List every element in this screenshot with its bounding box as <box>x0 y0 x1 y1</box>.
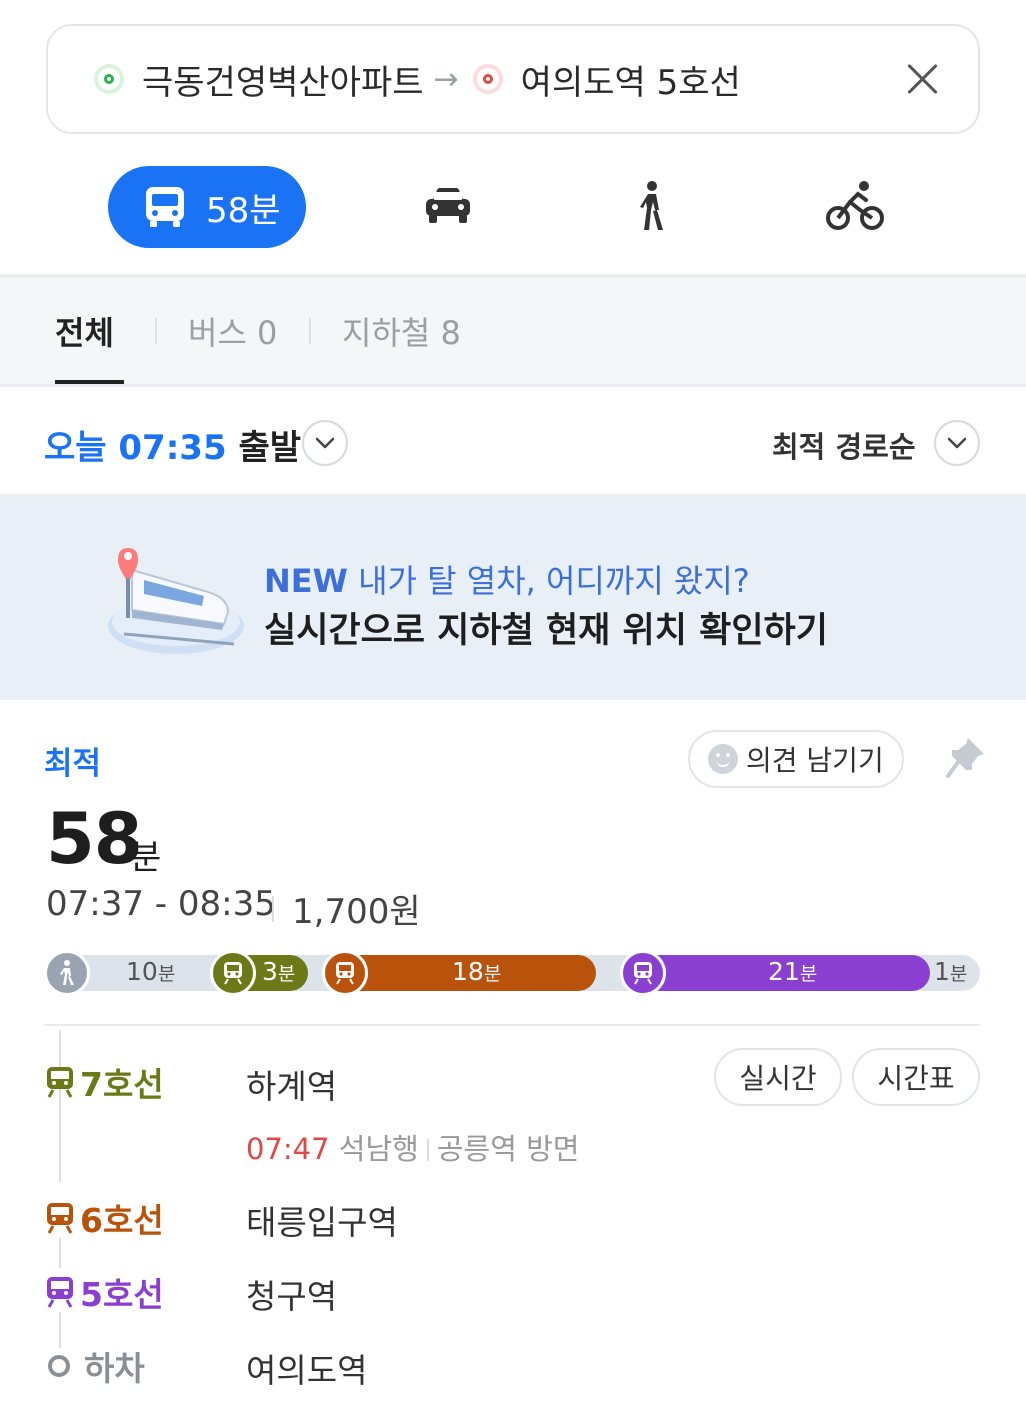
bike-icon[interactable] <box>826 180 884 232</box>
origin-text[interactable]: 극동건영벽산아파트 <box>142 55 424 104</box>
step-line-7: 7호선 <box>44 1058 164 1106</box>
line7-duration: 3분 <box>262 957 296 986</box>
step-line-label: 5호선 <box>80 1275 164 1314</box>
sort-dropdown-chevron-icon[interactable] <box>934 420 980 466</box>
bus-icon <box>146 187 184 227</box>
walk-segment-icon <box>44 950 90 996</box>
step-line-label: 6호선 <box>80 1201 164 1240</box>
tab-subway[interactable]: 지하철 8 <box>342 308 461 354</box>
transit-time: 58분 <box>206 190 281 231</box>
departure-dropdown-chevron-icon[interactable] <box>302 420 348 466</box>
car-icon[interactable] <box>424 186 472 226</box>
divider <box>0 384 1026 387</box>
sort-option[interactable]: 최적 경로순 <box>772 424 916 466</box>
step-line-5: 5호선 <box>44 1268 164 1316</box>
departure-suffix: 출발 <box>238 428 302 468</box>
step-line-label: 하차 <box>84 1349 145 1388</box>
close-icon[interactable] <box>902 59 942 99</box>
subway-line5-icon <box>620 950 666 996</box>
subway-icon <box>47 1203 73 1234</box>
fare-divider <box>272 896 274 922</box>
banner-subtitle-text: 내가 탈 열차, 어디까지 왔지? <box>358 562 750 600</box>
step-stop[interactable]: 하계역 <box>246 1060 337 1108</box>
timetable-button[interactable]: 시간표 <box>852 1048 980 1106</box>
step-line-6: 6호선 <box>44 1194 164 1242</box>
new-tag: NEW <box>264 562 348 600</box>
step-stop[interactable]: 청구역 <box>246 1270 337 1318</box>
tab-bus[interactable]: 버스 0 <box>188 308 277 354</box>
train-toward: 공릉역 방면 <box>436 1132 580 1166</box>
divider <box>44 1024 980 1026</box>
origin-marker-icon <box>94 64 124 94</box>
step-connector <box>59 1238 61 1268</box>
smile-icon <box>708 744 738 774</box>
step-connector <box>59 1030 61 1182</box>
feedback-label: 의견 남기기 <box>746 744 884 777</box>
step-alight: 하차 <box>44 1342 145 1390</box>
step-stop[interactable]: 여의도역 <box>246 1344 367 1392</box>
detail-divider <box>426 1139 429 1161</box>
tab-divider <box>155 318 157 344</box>
arrow-icon: → <box>433 61 459 97</box>
step-line-label: 7호선 <box>80 1065 164 1104</box>
route-badge: 최적 <box>44 746 102 782</box>
destination-marker-icon <box>472 64 503 94</box>
step-detail: 07:47 석남행 공릉역 방면 <box>246 1126 579 1168</box>
walk-start-duration: 10분 <box>126 957 176 986</box>
arrival-time: 07:47 <box>246 1132 330 1166</box>
line5-duration: 21분 <box>768 957 818 986</box>
total-time-value: 58 <box>46 798 142 880</box>
category-tabs <box>0 278 1026 384</box>
subway-line6-icon <box>322 950 368 996</box>
mode-tab-transit[interactable]: 58분 <box>108 166 306 248</box>
alight-circle-icon <box>48 1355 70 1377</box>
train-location-illustration-icon <box>108 548 244 654</box>
time-range: 07:37 - 08:35 <box>46 884 276 924</box>
destination-text[interactable]: 여의도역 5호선 <box>521 55 741 104</box>
train-direction: 석남행 <box>338 1132 419 1166</box>
route-search-box[interactable]: 극동건영벽산아파트 → 여의도역 5호선 <box>46 24 980 134</box>
tab-divider <box>309 318 311 344</box>
subway-icon <box>47 1277 73 1308</box>
subway-icon <box>47 1067 73 1098</box>
tab-all[interactable]: 전체 <box>55 308 114 354</box>
fare: 1,700원 <box>292 892 421 932</box>
total-time-unit: 분 <box>130 838 162 878</box>
departure-time[interactable]: 오늘 07:35 출발 <box>44 420 301 469</box>
subway-line7-icon <box>210 950 256 996</box>
divider <box>0 696 1026 700</box>
pin-icon[interactable] <box>946 736 986 780</box>
step-stop[interactable]: 태릉입구역 <box>246 1196 398 1244</box>
walk-end-duration: 1분 <box>934 957 968 986</box>
departure-time-value: 오늘 07:35 <box>44 428 227 468</box>
feedback-button[interactable]: 의견 남기기 <box>688 730 904 788</box>
walk-icon[interactable] <box>636 180 668 232</box>
banner-title: 실시간으로 지하철 현재 위치 확인하기 <box>264 611 828 651</box>
realtime-button[interactable]: 실시간 <box>714 1048 842 1106</box>
banner-subtitle: NEW 내가 탈 열차, 어디까지 왔지? <box>264 556 750 602</box>
line6-duration: 18분 <box>452 957 502 986</box>
